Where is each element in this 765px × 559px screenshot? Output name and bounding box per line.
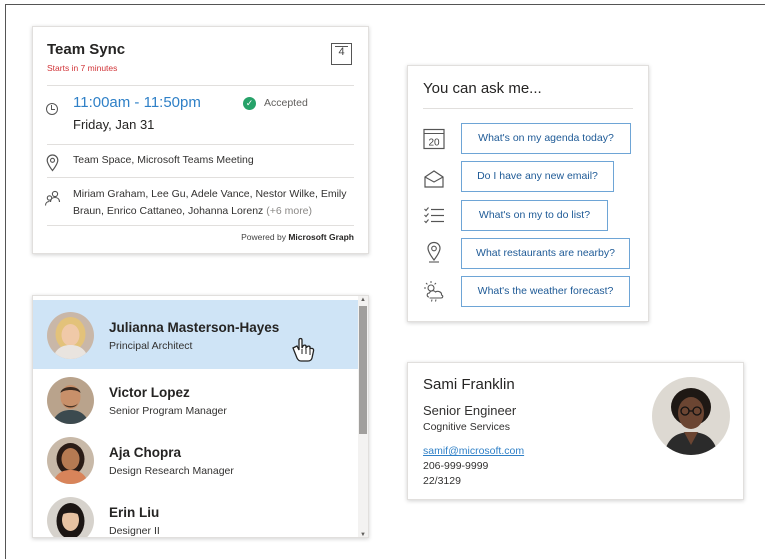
person-item[interactable]: Erin Liu Designer II bbox=[33, 485, 360, 537]
suggestion-todo-button[interactable]: What's on my to do list? bbox=[461, 200, 608, 231]
contact-department: Cognitive Services bbox=[423, 421, 510, 433]
location-pin-icon bbox=[423, 241, 445, 263]
person-name: Erin Liu bbox=[109, 505, 160, 520]
meeting-attendees: Miriam Graham, Lee Gu, Adele Vance, Nest… bbox=[73, 186, 358, 220]
weather-icon bbox=[423, 280, 445, 302]
mail-icon bbox=[423, 168, 445, 190]
more-attendees-link[interactable]: (+6 more) bbox=[266, 205, 312, 217]
suggestion-agenda-button[interactable]: What's on my agenda today? bbox=[461, 123, 631, 154]
contact-name: Sami Franklin bbox=[423, 376, 515, 393]
avatar bbox=[47, 377, 94, 424]
hand-cursor-icon bbox=[292, 337, 315, 362]
people-list[interactable]: Julianna Masterson-Hayes Principal Archi… bbox=[32, 295, 369, 538]
frame-border-left bbox=[5, 4, 6, 559]
contact-office: 22/3129 bbox=[423, 475, 461, 487]
meeting-title: Team Sync bbox=[47, 41, 126, 58]
scrollbar[interactable]: ▲ ▼ bbox=[358, 296, 368, 537]
calendar-day: 4 bbox=[338, 46, 345, 58]
location-pin-icon bbox=[46, 154, 59, 172]
avatar bbox=[47, 312, 94, 359]
meeting-starts-label: Starts in 7 minutes bbox=[47, 63, 118, 73]
clock-icon bbox=[46, 103, 58, 115]
contact-phone[interactable]: 206-999-9999 bbox=[423, 460, 488, 472]
meeting-date: Friday, Jan 31 bbox=[73, 117, 155, 132]
divider bbox=[47, 225, 354, 226]
suggestion-restaurants-button[interactable]: What restaurants are nearby? bbox=[461, 238, 630, 269]
meeting-time: 11:00am - 11:50pm bbox=[73, 94, 201, 111]
person-name: Victor Lopez bbox=[109, 385, 190, 400]
contact-photo bbox=[652, 377, 730, 455]
avatar bbox=[47, 437, 94, 484]
contact-email-link[interactable]: samif@microsoft.com bbox=[423, 445, 524, 457]
people-icon bbox=[44, 190, 61, 206]
scroll-up-arrow-icon[interactable]: ▲ bbox=[359, 296, 367, 304]
frame-border-top bbox=[5, 4, 765, 5]
suggestions-title: You can ask me... bbox=[423, 80, 542, 97]
powered-by-prefix: Powered by bbox=[241, 232, 286, 242]
checkmark-icon: ✓ bbox=[243, 97, 256, 110]
person-item[interactable]: Aja Chopra Design Research Manager bbox=[33, 425, 360, 494]
contact-card: Sami Franklin Senior Engineer Cognitive … bbox=[407, 362, 744, 500]
powered-by-label: Powered by Microsoft Graph bbox=[241, 232, 354, 242]
todo-list-icon bbox=[423, 205, 445, 227]
powered-by-brand: Microsoft Graph bbox=[288, 232, 354, 242]
suggestion-weather-button[interactable]: What's the weather forecast? bbox=[461, 276, 630, 307]
person-name: Aja Chopra bbox=[109, 445, 182, 460]
suggestions-card: You can ask me... 20 What's on my agenda… bbox=[407, 65, 649, 322]
calendar-icon: 20 bbox=[423, 128, 445, 150]
scroll-down-arrow-icon[interactable]: ▼ bbox=[359, 531, 367, 537]
person-role: Designer II bbox=[109, 525, 160, 537]
meeting-card[interactable]: Team Sync Starts in 7 minutes 4 11:00am … bbox=[32, 26, 369, 254]
suggestion-email-button[interactable]: Do I have any new email? bbox=[461, 161, 614, 192]
avatar bbox=[47, 497, 94, 537]
divider bbox=[47, 85, 354, 86]
person-item[interactable]: Julianna Masterson-Hayes Principal Archi… bbox=[33, 300, 360, 369]
person-role: Principal Architect bbox=[109, 340, 193, 352]
person-role: Senior Program Manager bbox=[109, 405, 227, 417]
calendar-day: 20 bbox=[428, 138, 440, 149]
response-status: Accepted bbox=[264, 97, 308, 109]
person-item[interactable]: Victor Lopez Senior Program Manager bbox=[33, 365, 360, 434]
scrollbar-thumb[interactable] bbox=[359, 306, 367, 434]
contact-job-title: Senior Engineer bbox=[423, 403, 517, 418]
divider bbox=[47, 177, 354, 178]
divider bbox=[47, 144, 354, 145]
calendar-icon: 4 bbox=[331, 43, 352, 65]
person-name: Julianna Masterson-Hayes bbox=[109, 320, 280, 335]
person-role: Design Research Manager bbox=[109, 465, 234, 477]
meeting-location: Team Space, Microsoft Teams Meeting bbox=[73, 154, 254, 166]
divider bbox=[423, 108, 633, 109]
